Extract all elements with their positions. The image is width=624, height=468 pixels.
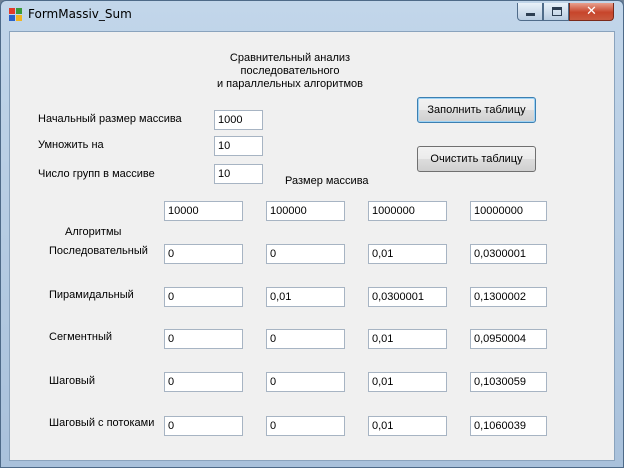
time-cell[interactable]: 0 bbox=[164, 287, 243, 307]
time-cell[interactable]: 0 bbox=[164, 416, 243, 436]
time-cell[interactable]: 0 bbox=[266, 372, 345, 392]
multiplier-input[interactable]: 10 bbox=[214, 136, 263, 156]
group-count-input[interactable]: 10 bbox=[214, 164, 263, 184]
time-cell[interactable]: 0,01 bbox=[368, 372, 447, 392]
time-cell[interactable]: 0 bbox=[164, 329, 243, 349]
time-cell[interactable]: 0,01 bbox=[368, 416, 447, 436]
title-bar[interactable]: FormMassiv_Sum ✕ bbox=[1, 1, 623, 29]
heading-line-3: и параллельных алгоритмов bbox=[216, 78, 364, 90]
time-cell[interactable]: 0,1300002 bbox=[470, 287, 547, 307]
row-label-stepped: Шаговый bbox=[49, 375, 95, 387]
time-cell[interactable]: 0,1030059 bbox=[470, 372, 547, 392]
time-cell[interactable]: 0,01 bbox=[368, 329, 447, 349]
time-cell[interactable]: 0,0300001 bbox=[470, 244, 547, 264]
multiplier-label: Умножить на bbox=[38, 139, 104, 151]
time-cell[interactable]: 0 bbox=[266, 329, 345, 349]
heading-line-1: Сравнительный анализ bbox=[229, 52, 351, 64]
clear-table-button[interactable]: Очистить таблицу bbox=[417, 146, 536, 172]
time-cell[interactable]: 0 bbox=[164, 372, 243, 392]
time-cell[interactable]: 0,0300001 bbox=[368, 287, 447, 307]
initial-size-label: Начальный размер массива bbox=[38, 113, 182, 125]
time-cell[interactable]: 0,01 bbox=[368, 244, 447, 264]
size-cell[interactable]: 100000 bbox=[266, 201, 345, 221]
group-count-label: Число групп в массиве bbox=[38, 168, 155, 180]
fill-table-button[interactable]: Заполнить таблицу bbox=[417, 97, 536, 123]
time-cell[interactable]: 0,0950004 bbox=[470, 329, 547, 349]
form-client-area: Сравнительный анализ последовательного и… bbox=[9, 31, 615, 461]
time-cell[interactable]: 0,1060039 bbox=[470, 416, 547, 436]
time-cell[interactable]: 0 bbox=[266, 416, 345, 436]
app-icon bbox=[9, 8, 23, 22]
maximize-icon bbox=[552, 7, 562, 16]
app-window: FormMassiv_Sum ✕ Сравнительный анализ по… bbox=[0, 0, 624, 468]
array-size-caption: Размер массива bbox=[285, 175, 369, 187]
row-label-sequential: Последовательный bbox=[49, 245, 148, 257]
time-cell[interactable]: 0,01 bbox=[266, 287, 345, 307]
time-cell[interactable]: 0 bbox=[164, 244, 243, 264]
heading-line-2: последовательного bbox=[240, 65, 340, 77]
window-title: FormMassiv_Sum bbox=[28, 7, 132, 21]
row-label-segmented: Сегментный bbox=[49, 331, 112, 343]
row-label-pyramidal: Пирамидальный bbox=[49, 289, 134, 301]
algorithms-caption: Алгоритмы bbox=[65, 226, 122, 238]
minimize-button[interactable] bbox=[517, 3, 543, 21]
time-cell[interactable]: 0 bbox=[266, 244, 345, 264]
size-cell[interactable]: 10000000 bbox=[470, 201, 547, 221]
close-icon: ✕ bbox=[586, 4, 597, 19]
row-label-stepped-threads: Шаговый с потоками bbox=[49, 417, 155, 429]
initial-size-input[interactable]: 1000 bbox=[214, 110, 263, 130]
close-button[interactable]: ✕ bbox=[569, 3, 614, 21]
size-cell[interactable]: 1000000 bbox=[368, 201, 447, 221]
size-cell[interactable]: 10000 bbox=[164, 201, 243, 221]
minimize-icon bbox=[526, 13, 535, 16]
maximize-button[interactable] bbox=[543, 3, 569, 21]
